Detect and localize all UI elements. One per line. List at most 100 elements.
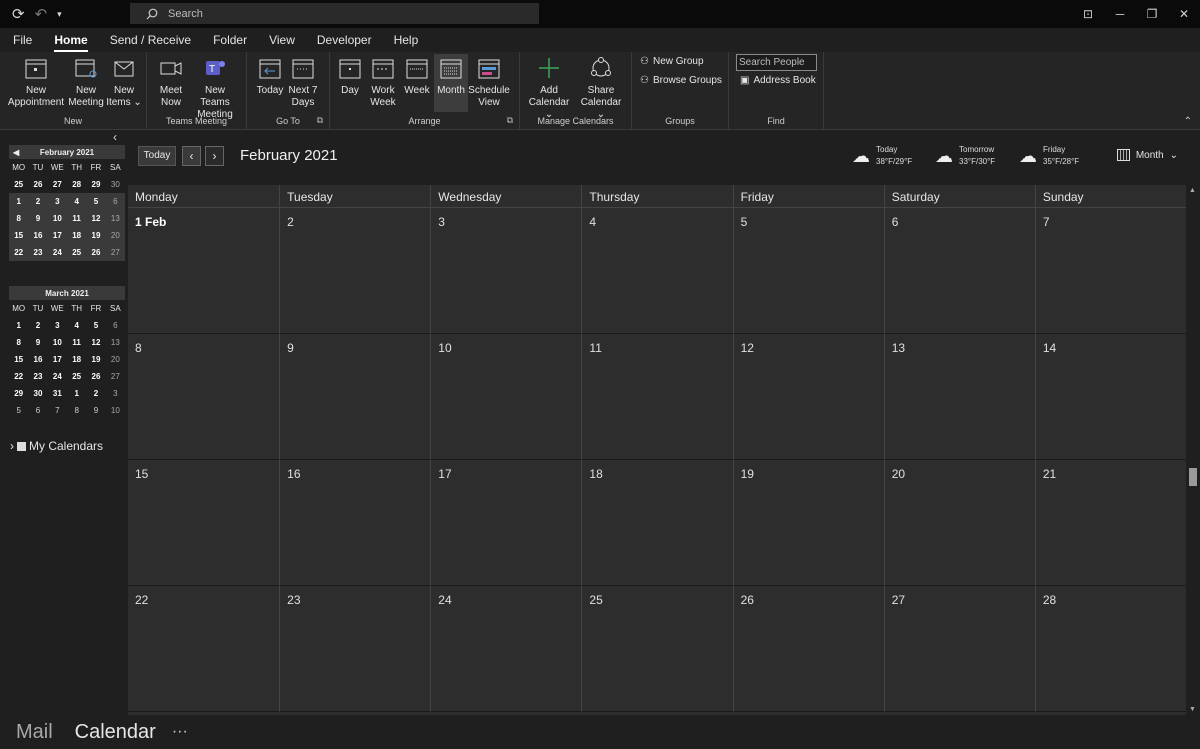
day-cell[interactable]: 14 <box>1034 334 1186 460</box>
next-month-button[interactable]: › <box>205 146 224 166</box>
month-view-button[interactable]: Month <box>434 54 468 112</box>
day-cell[interactable]: 12 <box>732 334 884 460</box>
schedule-view-icon <box>475 54 503 82</box>
menu-help[interactable]: Help <box>394 33 419 47</box>
day-cell[interactable]: 2 <box>279 208 431 334</box>
share-calendar-button[interactable]: Share Calendar ⌄ <box>576 54 626 121</box>
search-placeholder: Search <box>168 7 203 20</box>
day-cell[interactable]: 11 <box>581 334 733 460</box>
day-cell[interactable]: 20 <box>883 460 1035 586</box>
week-view-button[interactable]: Week <box>402 54 432 97</box>
collapse-pane-icon[interactable]: ‹ <box>113 130 117 144</box>
next-7-days-icon <box>289 54 317 82</box>
customize-icon[interactable]: ▾ <box>57 9 62 19</box>
more-apps-button[interactable]: ··· <box>172 723 188 741</box>
menu-home[interactable]: Home <box>54 33 89 52</box>
day-cell[interactable]: 5 <box>732 208 884 334</box>
quick-access-toolbar: ⟳ ↶ ▾ <box>0 7 130 22</box>
calendar-module-link[interactable]: Calendar <box>75 721 156 744</box>
vertical-scrollbar[interactable]: ▲ ▼ <box>1186 185 1200 715</box>
schedule-view-button[interactable]: Schedule View <box>468 54 510 109</box>
day-cell[interactable]: 23 <box>279 586 431 712</box>
scroll-down-icon[interactable]: ▼ <box>1189 706 1196 713</box>
restore-button[interactable]: ❐ <box>1136 7 1168 21</box>
my-calendars-node[interactable]: › My Calendars <box>10 439 103 453</box>
menu-view[interactable]: View <box>269 33 295 47</box>
add-calendar-button[interactable]: Add Calendar ⌄ <box>524 54 574 121</box>
mini-week-row: 5 6 7 8 9 10 <box>16 406 120 415</box>
day-cell[interactable]: 1 Feb <box>128 208 280 334</box>
weeks: 1 Feb 2 3 4 5 6 7 8 9 10 11 12 13 14 15 … <box>128 208 1186 712</box>
day-cell[interactable]: 4 <box>581 208 733 334</box>
day-cell[interactable]: 8 <box>128 334 280 460</box>
people-icon: ⚇ <box>640 75 649 86</box>
dialog-launcher-icon[interactable]: ⧉ <box>507 115 513 126</box>
mini-week-row: 29 30 31 1 2 3 <box>14 389 118 398</box>
day-cell[interactable]: 6 <box>883 208 1035 334</box>
day-cell[interactable]: 25 <box>581 586 733 712</box>
new-group-button[interactable]: ⚇ New Group <box>640 56 704 67</box>
ribbon: New Appointment New Meeting New Items ⌄ … <box>0 52 1200 130</box>
next-7-days-button[interactable]: Next 7 Days <box>287 54 319 109</box>
work-week-button[interactable]: Work Week <box>368 54 398 109</box>
new-items-button[interactable]: New Items ⌄ <box>106 54 142 109</box>
checkbox-icon[interactable] <box>17 441 26 451</box>
day-cell[interactable]: 24 <box>430 586 582 712</box>
collapse-ribbon-icon[interactable]: ⌃ <box>1184 116 1192 127</box>
day-cell[interactable]: 3 <box>430 208 582 334</box>
previous-month-button[interactable]: ‹ <box>182 146 201 166</box>
dialog-launcher-icon[interactable]: ⧉ <box>317 115 323 126</box>
mail-module-link[interactable]: Mail <box>16 721 53 744</box>
day-name: Sunday <box>1034 185 1186 207</box>
today-ribbon-button[interactable]: Today <box>255 54 285 97</box>
search-people-input[interactable]: Search People <box>736 54 817 71</box>
new-meeting-button[interactable]: New Meeting <box>66 54 106 109</box>
scrollbar-thumb[interactable] <box>1189 468 1197 486</box>
day-cell[interactable]: 9 <box>279 334 431 460</box>
search-box[interactable]: Search <box>130 3 539 24</box>
scroll-up-icon[interactable]: ▲ <box>1189 187 1196 194</box>
ribbon-display-icon[interactable]: ⊡ <box>1072 7 1104 21</box>
undo-icon[interactable]: ↶ <box>35 7 48 22</box>
mini-week-row: 8 9 10 11 12 13 <box>16 338 120 347</box>
cloud-icon: ☁ <box>935 145 953 166</box>
day-cell[interactable]: 18 <box>581 460 733 586</box>
today-button[interactable]: Today <box>138 146 176 166</box>
day-cell[interactable]: 17 <box>430 460 582 586</box>
weather-tomorrow: ☁ Tomorrow 33°F/30°F <box>935 145 996 166</box>
close-button[interactable]: ✕ <box>1168 7 1200 21</box>
meet-now-button[interactable]: Meet Now <box>155 54 187 109</box>
mini-week-row: 25 26 27 28 29 30 <box>14 180 120 189</box>
chevron-right-icon: › <box>10 439 14 453</box>
browse-groups-button[interactable]: ⚇ Browse Groups <box>640 75 722 86</box>
menu-send-receive[interactable]: Send / Receive <box>110 33 191 47</box>
address-book-button[interactable]: ▣ Address Book <box>740 75 816 86</box>
day-name: Saturday <box>883 185 1035 207</box>
month-grid: Monday Tuesday Wednesday Thursday Friday… <box>128 185 1186 715</box>
new-appointment-button[interactable]: New Appointment <box>6 54 66 109</box>
sync-icon[interactable]: ⟳ <box>12 7 25 22</box>
day-cell[interactable]: 7 <box>1034 208 1186 334</box>
day-view-icon <box>336 54 364 82</box>
day-cell[interactable]: 10 <box>430 334 582 460</box>
day-cell[interactable]: 26 <box>732 586 884 712</box>
day-cell[interactable]: 27 <box>883 586 1035 712</box>
new-teams-meeting-button[interactable]: T New Teams Meeting <box>189 54 241 121</box>
menu-developer[interactable]: Developer <box>317 33 372 47</box>
day-cell[interactable]: 22 <box>128 586 280 712</box>
previous-month-icon[interactable]: ◀ <box>13 148 19 157</box>
day-cell[interactable]: 21 <box>1034 460 1186 586</box>
menu-file[interactable]: File <box>13 33 32 47</box>
day-cell[interactable]: 28 <box>1034 586 1186 712</box>
minimize-button[interactable]: ─ <box>1104 7 1136 21</box>
menu-bar: File Home Send / Receive Folder View Dev… <box>0 28 1200 52</box>
day-cell[interactable]: 19 <box>732 460 884 586</box>
group-manage-calendars: Add Calendar ⌄ Share Calendar ⌄ Manage C… <box>520 52 632 130</box>
calendar-icon <box>22 54 50 82</box>
menu-folder[interactable]: Folder <box>213 33 247 47</box>
view-selector[interactable]: Month ⌄ <box>1116 149 1178 161</box>
day-cell[interactable]: 15 <box>128 460 280 586</box>
day-cell[interactable]: 16 <box>279 460 431 586</box>
day-view-button[interactable]: Day <box>336 54 364 97</box>
day-cell[interactable]: 13 <box>883 334 1035 460</box>
